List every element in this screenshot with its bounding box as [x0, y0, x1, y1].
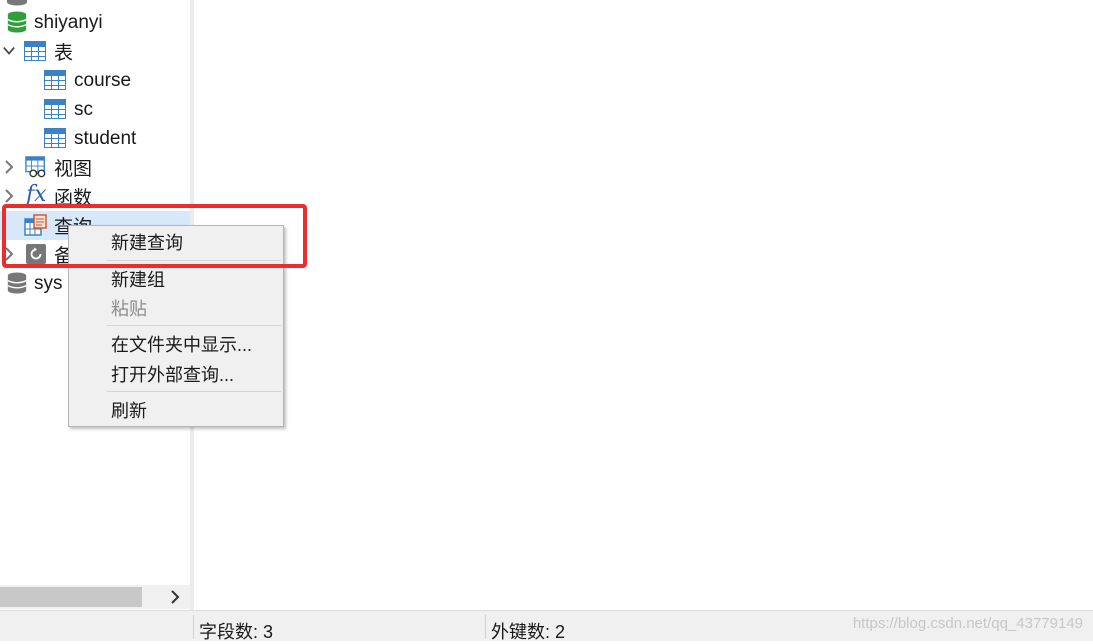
- table-icon: [24, 41, 46, 61]
- tree-item-label: 表: [54, 43, 74, 64]
- menu-item-refresh[interactable]: 刷新: [70, 396, 282, 424]
- main-content-area: [194, 0, 1093, 610]
- scrollbar-thumb[interactable]: [0, 587, 142, 607]
- tree-item-label: sc: [74, 98, 93, 120]
- status-separator: [485, 615, 486, 639]
- tree-item-label: 视图: [54, 159, 93, 180]
- menu-separator: [107, 325, 281, 326]
- tree-item-views[interactable]: 视图: [0, 153, 190, 182]
- tree-item-label: course: [74, 69, 132, 91]
- horizontal-scrollbar[interactable]: [0, 585, 190, 609]
- menu-item-open-external-query[interactable]: 打开外部查询...: [70, 360, 282, 388]
- chevron-right-icon[interactable]: [3, 160, 15, 174]
- tree-item-label: shiyanyi: [34, 11, 103, 33]
- tree-item-functions[interactable]: fx 函数: [0, 182, 190, 211]
- status-bar: 字段数: 3 外键数: 2 https://blog.csdn.net/qq_4…: [0, 610, 1093, 642]
- context-menu: 新建查询 新建组 粘贴 在文件夹中显示... 打开外部查询... 刷新: [68, 225, 284, 427]
- menu-separator: [107, 391, 281, 392]
- table-icon: [44, 128, 66, 148]
- database-gray-icon: [7, 272, 27, 294]
- tree-item-table-sc[interactable]: sc: [0, 95, 190, 124]
- chevron-right-icon[interactable]: [3, 247, 15, 261]
- table-icon: [44, 70, 66, 90]
- status-foreign-key-count: 外键数: 2: [491, 622, 566, 642]
- status-field-count: 字段数: 3: [199, 622, 274, 642]
- watermark-text: https://blog.csdn.net/qq_43779149: [852, 615, 1083, 632]
- status-separator: [193, 615, 194, 639]
- tree-item-db-shiyanyi[interactable]: shiyanyi: [0, 8, 190, 37]
- chevron-right-icon[interactable]: [3, 189, 15, 203]
- tree-item-table-student[interactable]: student: [0, 124, 190, 153]
- database-green-icon: [7, 11, 27, 33]
- tree-item-label: sys: [34, 272, 63, 294]
- scroll-right-arrow-icon[interactable]: [166, 587, 184, 607]
- menu-separator: [107, 260, 281, 261]
- table-icon: [44, 99, 66, 119]
- menu-item-new-group[interactable]: 新建组: [70, 265, 282, 293]
- backup-icon: [26, 244, 46, 264]
- menu-item-show-in-folder[interactable]: 在文件夹中显示...: [70, 330, 282, 358]
- tree-item-tables[interactable]: 表: [0, 37, 190, 66]
- database-gray-icon: [7, 0, 27, 6]
- tree-item-label: student: [74, 127, 137, 149]
- function-fx-icon: fx: [26, 182, 47, 207]
- menu-item-new-query[interactable]: 新建查询: [70, 228, 282, 256]
- view-icon: [25, 156, 46, 178]
- tree-item-table-course[interactable]: course: [0, 66, 190, 95]
- tree-item-label: 函数: [54, 188, 93, 209]
- query-icon: [24, 214, 47, 236]
- chevron-down-icon[interactable]: [3, 45, 15, 57]
- menu-item-paste[interactable]: 粘贴: [70, 294, 282, 322]
